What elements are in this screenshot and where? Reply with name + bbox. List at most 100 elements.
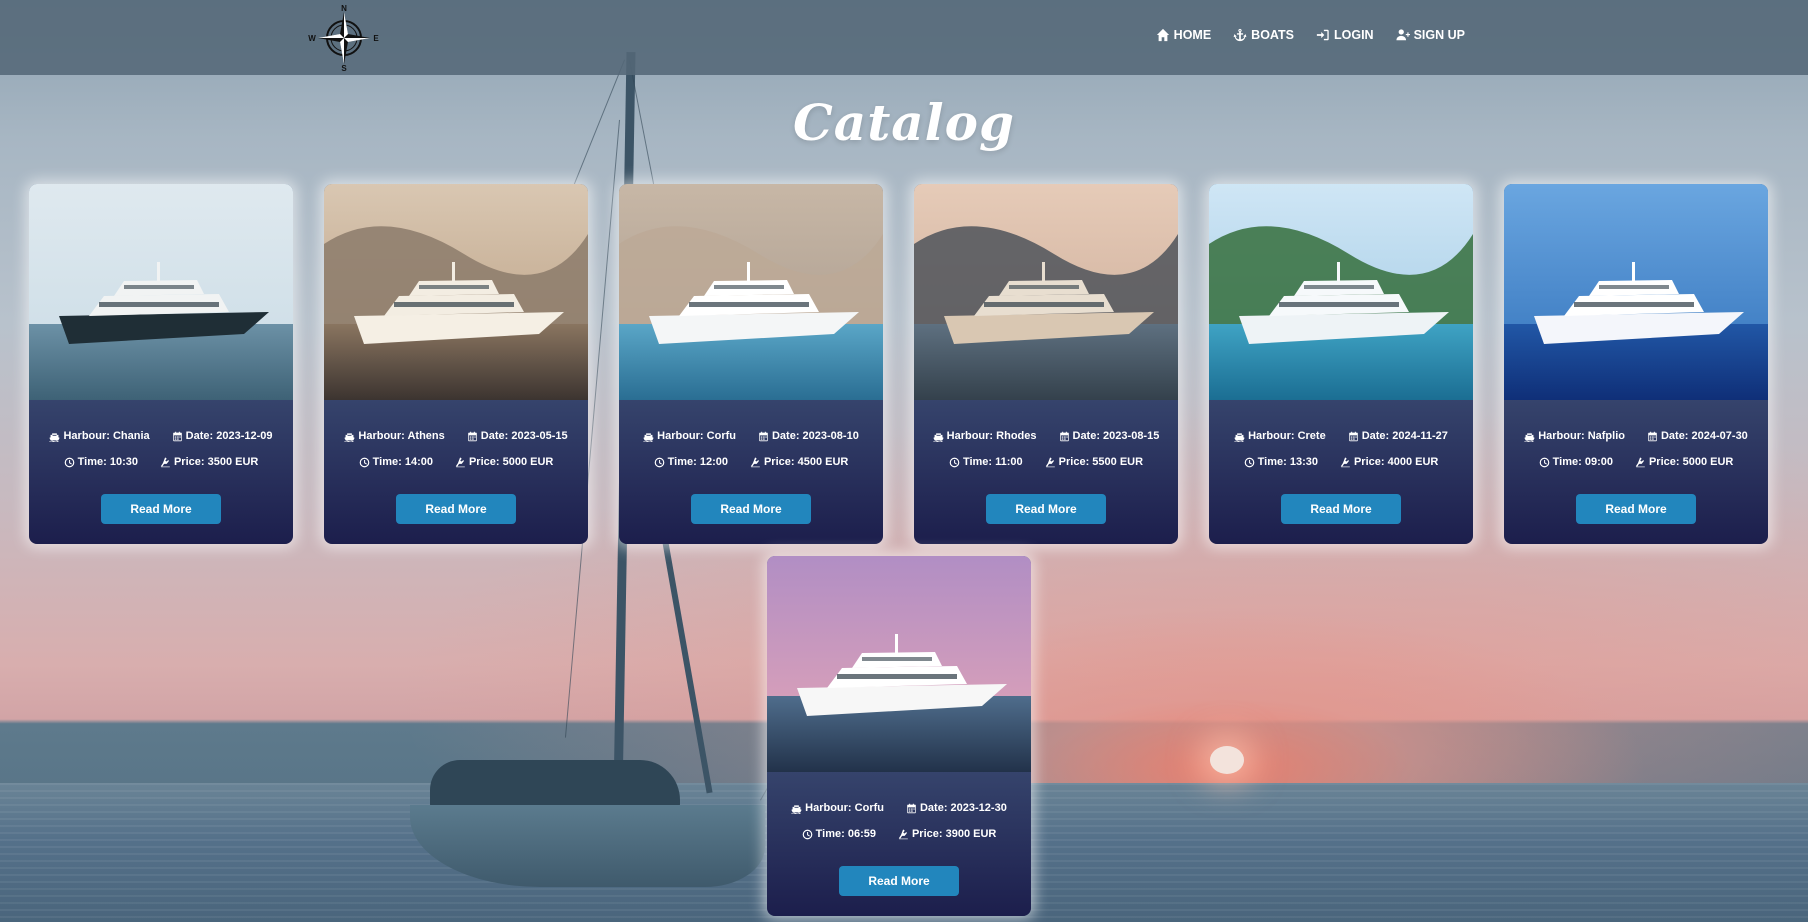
calendar-icon — [1648, 431, 1657, 441]
boat-photo — [29, 184, 293, 400]
read-more-button[interactable]: Read More — [986, 494, 1106, 524]
boat-image[interactable] — [619, 184, 883, 400]
boat-photo — [324, 184, 588, 400]
time-text: Time: 09:00 — [1552, 456, 1613, 468]
boat-image[interactable] — [1504, 184, 1768, 400]
calendar-icon — [467, 431, 477, 441]
clock-icon — [654, 457, 664, 467]
boat-photo — [914, 184, 1178, 400]
boat-price-icon — [898, 828, 908, 839]
anchor-icon — [1233, 28, 1247, 42]
boat-card: Harbour: Corfu Date: 2023-12-30 Time: 06… — [767, 556, 1031, 916]
harbour-info: Harbour: Corfu — [643, 430, 736, 442]
nav-home-label: HOME — [1173, 28, 1212, 42]
date-info: Date: 2023-08-10 — [758, 430, 859, 442]
clock-icon — [1539, 457, 1549, 467]
boat-photo — [767, 556, 1031, 772]
price-text: Price: 5000 EUR — [1648, 456, 1734, 468]
ship-icon — [1234, 432, 1245, 442]
read-more-button[interactable]: Read More — [839, 866, 959, 896]
boat-price-icon — [1340, 456, 1350, 467]
time-info: Time: 09:00 — [1539, 456, 1613, 468]
read-more-button[interactable]: Read More — [1576, 494, 1696, 524]
date-info: Date: 2023-08-15 — [1059, 430, 1159, 442]
date-info: Date: 2024-11-27 — [1348, 430, 1448, 442]
calendar-icon — [1059, 431, 1069, 441]
date-info: Date: 2023-05-15 — [467, 430, 568, 442]
boat-photo — [1504, 184, 1768, 400]
card-meta-row: Harbour: Corfu Date: 2023-12-30 — [767, 802, 1031, 814]
boat-price-icon — [1635, 456, 1645, 467]
time-text: Time: 12:00 — [667, 456, 728, 468]
time-info: Time: 14:00 — [359, 456, 433, 468]
boat-card: Harbour: Chania Date: 2023-12-09 Time: 1… — [29, 184, 293, 544]
nav-home[interactable]: HOME — [1156, 28, 1212, 42]
user-plus-icon — [1396, 29, 1410, 41]
price-info: Price: 3500 EUR — [160, 456, 258, 468]
boat-image[interactable] — [1209, 184, 1473, 400]
date-text: Date: 2023-12-09 — [185, 430, 273, 442]
date-text: Date: 2023-12-30 — [919, 802, 1007, 814]
nav-login[interactable]: LOGIN — [1316, 28, 1374, 42]
clock-icon — [802, 829, 812, 839]
card-meta-row: Time: 14:00 Price: 5000 EUR — [324, 456, 588, 468]
navbar: N S E W HOME BOATS LOGIN SIGN UP — [0, 0, 1808, 75]
harbour-text: Harbour: Corfu — [657, 430, 736, 442]
date-info: Date: 2024-07-30 — [1647, 430, 1748, 442]
boat-image[interactable] — [767, 556, 1031, 772]
boat-card: Harbour: Athens Date: 2023-05-15 Time: 1… — [324, 184, 588, 544]
login-icon — [1316, 29, 1329, 41]
harbour-text: Harbour: Rhodes — [946, 430, 1037, 442]
nav-sign-up[interactable]: SIGN UP — [1396, 28, 1465, 42]
boat-card: Harbour: Corfu Date: 2023-08-10 Time: 12… — [619, 184, 883, 544]
calendar-icon — [759, 431, 768, 441]
harbour-text: Harbour: Corfu — [805, 802, 884, 814]
harbour-info: Harbour: Chania — [49, 430, 150, 442]
card-meta-row: Harbour: Rhodes Date: 2023-08-15 — [914, 430, 1178, 442]
compass-logo[interactable]: N S E W — [306, 2, 382, 73]
nav-boats-label: BOATS — [1251, 28, 1294, 42]
harbour-info: Harbour: Crete — [1234, 430, 1326, 442]
page-title: Catalog — [793, 93, 1015, 152]
price-text: Price: 3500 EUR — [173, 456, 259, 468]
read-more-button[interactable]: Read More — [691, 494, 811, 524]
price-info: Price: 3900 EUR — [898, 828, 996, 840]
nav-boats[interactable]: BOATS — [1233, 28, 1294, 42]
boat-photo — [1209, 184, 1473, 400]
boat-image[interactable] — [324, 184, 588, 400]
boat-image[interactable] — [914, 184, 1178, 400]
harbour-info: Harbour: Rhodes — [932, 430, 1037, 442]
boat-photo — [619, 184, 883, 400]
date-info: Date: 2023-12-30 — [906, 802, 1007, 814]
time-text: Time: 10:30 — [77, 456, 138, 468]
price-info: Price: 5500 EUR — [1045, 456, 1143, 468]
read-more-button[interactable]: Read More — [101, 494, 221, 524]
card-meta-row: Harbour: Nafplio Date: 2024-07-30 — [1504, 430, 1768, 442]
card-meta-row: Time: 13:30 Price: 4000 EUR — [1209, 456, 1473, 468]
boat-image[interactable] — [29, 184, 293, 400]
compass-rose-icon: N S E W — [308, 4, 379, 73]
nav-login-label: LOGIN — [1334, 28, 1374, 42]
calendar-icon — [907, 803, 916, 813]
time-info: Time: 06:59 — [802, 828, 876, 840]
calendar-icon — [1348, 431, 1358, 441]
harbour-text: Harbour: Nafplio — [1538, 430, 1625, 442]
nav-sign-up-label: SIGN UP — [1413, 28, 1465, 42]
price-info: Price: 4000 EUR — [1340, 456, 1438, 468]
harbour-text: Harbour: Chania — [63, 430, 150, 442]
harbour-text: Harbour: Crete — [1248, 430, 1326, 442]
read-more-button[interactable]: Read More — [1281, 494, 1401, 524]
compass-n: N — [341, 4, 347, 13]
ship-icon — [791, 804, 802, 814]
ship-icon — [344, 432, 355, 442]
harbour-info: Harbour: Corfu — [791, 802, 884, 814]
date-info: Date: 2023-12-09 — [172, 430, 273, 442]
card-meta-row: Time: 09:00 Price: 5000 EUR — [1504, 456, 1768, 468]
time-text: Time: 11:00 — [962, 456, 1023, 468]
home-icon — [1156, 28, 1169, 42]
card-meta-row: Time: 12:00 Price: 4500 EUR — [619, 456, 883, 468]
read-more-button[interactable]: Read More — [396, 494, 516, 524]
clock-icon — [1244, 457, 1254, 467]
price-info: Price: 5000 EUR — [455, 456, 553, 468]
boat-card: Harbour: Nafplio Date: 2024-07-30 Time: … — [1504, 184, 1768, 544]
